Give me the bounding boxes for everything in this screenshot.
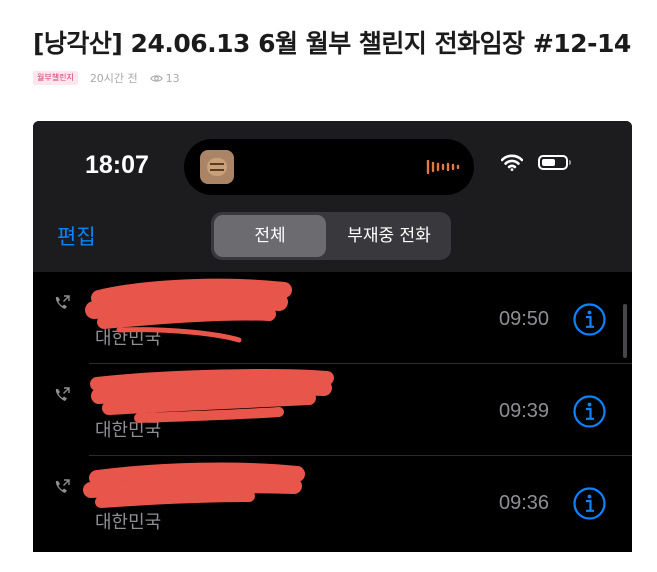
caller-avatar — [200, 150, 234, 184]
segment-missed-calls[interactable]: 부재중 전화 — [329, 215, 449, 257]
segment-all[interactable]: 전체 — [214, 215, 326, 257]
eye-icon — [149, 74, 163, 82]
info-icon[interactable] — [573, 487, 606, 520]
outgoing-call-icon — [55, 479, 70, 493]
redaction-scribble — [90, 369, 334, 423]
info-icon[interactable] — [573, 395, 606, 428]
status-clock: 18:07 — [85, 151, 149, 179]
scrollbar[interactable] — [623, 304, 627, 358]
call-time: 09:50 — [499, 308, 550, 330]
post-title: [낭각산] 24.06.13 6월 월부 챌린지 전화임장 #12-14 — [33, 29, 631, 58]
dynamic-island — [184, 139, 474, 195]
redaction-scribble — [85, 278, 292, 343]
phone-header: 18:07 편집 전체 부재중 전화 — [33, 121, 632, 272]
call-time: 09:39 — [499, 400, 550, 422]
outgoing-call-icon — [55, 295, 70, 309]
edit-button[interactable]: 편집 — [57, 221, 96, 251]
call-time: 09:36 — [499, 492, 550, 514]
post-meta: 월부챌린지 20시간 전 13 — [33, 70, 180, 86]
wifi-icon — [501, 154, 523, 171]
info-icon[interactable] — [573, 303, 606, 336]
post-time: 20시간 전 — [89, 72, 138, 85]
audio-waveform-icon — [426, 160, 460, 174]
call-row[interactable]: 02 대한민국 09:36 — [33, 456, 632, 548]
view-count: 13 — [149, 71, 180, 85]
call-log-screenshot: 18:07 편집 전체 부재중 전화 02-3 대한민국 09:50 02- 대… — [33, 121, 632, 552]
call-row[interactable]: 02-3 대한민국 09:50 — [33, 272, 632, 364]
call-row[interactable]: 02- 대한민국 09:39 — [33, 364, 632, 456]
redaction-scribble — [83, 462, 305, 508]
outgoing-call-icon — [55, 387, 70, 401]
battery-icon — [538, 155, 571, 170]
view-count-value: 13 — [165, 71, 180, 85]
category-badge[interactable]: 월부챌린지 — [33, 71, 78, 85]
call-filter-segmented-control: 전체 부재중 전화 — [211, 212, 451, 260]
